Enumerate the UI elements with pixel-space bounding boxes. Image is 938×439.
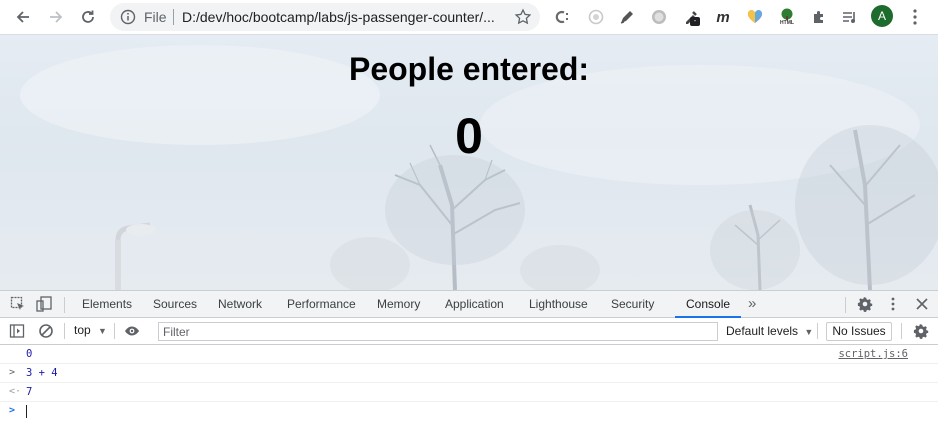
bookmark-star-icon[interactable] [514,8,532,26]
console-input-row: > 3 + 4 [0,364,938,383]
pen-extension-icon[interactable] [617,7,637,27]
close-devtools-icon[interactable] [914,296,930,312]
url-text[interactable]: D:/dev/hoc/bootcamp/labs/js-passenger-co… [182,9,504,25]
toolbar-divider [817,323,818,339]
page-viewport: People entered: 0 [0,35,938,290]
toolbar-divider [114,323,115,339]
devtools-menu-icon[interactable] [885,296,901,312]
html-badge: HTML [780,20,794,26]
tree-extension-icon[interactable]: HTML [777,7,797,27]
result-arrow-icon: <· [9,386,22,397]
log-levels-dropdown[interactable]: Default levels ▼ [726,324,813,338]
circle-extension-icon[interactable] [586,7,606,27]
toolbar-divider [64,323,65,339]
context-selector[interactable]: top ▼ [74,323,107,340]
devtools-tabbar: Elements Sources Network Performance Mem… [0,291,938,318]
prompt-caret [26,405,27,418]
more-tabs-icon[interactable]: » [748,291,756,318]
issues-button[interactable]: No Issues [826,322,892,341]
tab-performance[interactable]: Performance [287,291,356,318]
console-output: 0 script.js:6 > 3 + 4 <· 7 > [0,345,938,439]
console-source-link[interactable]: script.js:6 [838,348,908,360]
tab-network[interactable]: Network [218,291,262,318]
live-expression-eye-icon[interactable] [124,323,140,339]
console-log-row: 0 script.js:6 [0,345,938,364]
console-toolbar: top ▼ Default levels ▼ No Issues [0,318,938,345]
forward-arrow-icon [50,11,63,23]
tab-memory[interactable]: Memory [377,291,420,318]
tab-lighthouse[interactable]: Lighthouse [529,291,588,318]
heart-extension-icon[interactable] [745,7,765,27]
browser-toolbar: File D:/dev/hoc/bootcamp/labs/js-passeng… [0,0,938,35]
people-entered-heading: People entered: [348,51,590,87]
c-extension-icon[interactable] [552,7,572,27]
console-filter-input[interactable] [158,322,718,341]
context-dropdown-icon: ▼ [98,326,107,336]
settings-gear-icon[interactable] [857,296,873,312]
file-scheme-label: File [144,9,167,25]
forward-button[interactable] [43,4,69,30]
media-control-icon[interactable] [840,7,860,27]
tab-security[interactable]: Security [611,291,654,318]
info-icon[interactable] [120,9,136,25]
console-settings-gear-icon[interactable] [913,323,929,339]
inspect-element-icon[interactable] [10,296,26,312]
omnibox-divider [173,9,174,25]
clear-console-icon[interactable] [38,323,54,339]
console-prompt-row[interactable]: > [0,402,938,432]
devtools-panel: Elements Sources Network Performance Mem… [0,290,938,439]
people-count: 0 [455,108,483,164]
log-levels-label: Default levels [726,324,799,338]
back-button[interactable] [10,4,36,30]
m-extension-icon[interactable]: m [713,7,733,27]
address-bar[interactable]: File D:/dev/hoc/bootcamp/labs/js-passeng… [110,3,540,31]
show-sidebar-icon[interactable] [9,323,25,339]
console-result-row: <· 7 [0,383,938,402]
tab-application[interactable]: Application [445,291,504,318]
puzzle-extensions-icon[interactable] [809,7,829,27]
reload-button[interactable] [75,4,101,30]
console-result-value: 7 [26,386,33,398]
context-label: top [74,323,91,337]
coin-extension-icon[interactable] [649,7,669,27]
eyedropper-extension-icon[interactable]: - [681,7,701,27]
back-arrow-icon [16,11,29,23]
tab-sources[interactable]: Sources [153,291,197,318]
toolbar-divider [845,297,846,313]
console-input-expression: 3 + 4 [26,367,58,379]
device-toolbar-icon[interactable] [36,296,52,312]
tab-elements[interactable]: Elements [82,291,132,318]
reload-icon [82,10,94,23]
browser-menu-icon[interactable] [905,7,925,27]
tab-console[interactable]: Console [675,291,742,318]
prompt-chevron-icon: > [9,405,16,416]
toolbar-divider [901,323,902,339]
input-chevron-icon: > [9,367,16,378]
toolbar-divider [64,297,65,313]
eyedropper-badge: - [690,17,700,26]
console-log-value: 0 [26,348,33,360]
levels-dropdown-icon: ▼ [804,327,814,337]
profile-avatar[interactable]: A [871,5,893,27]
